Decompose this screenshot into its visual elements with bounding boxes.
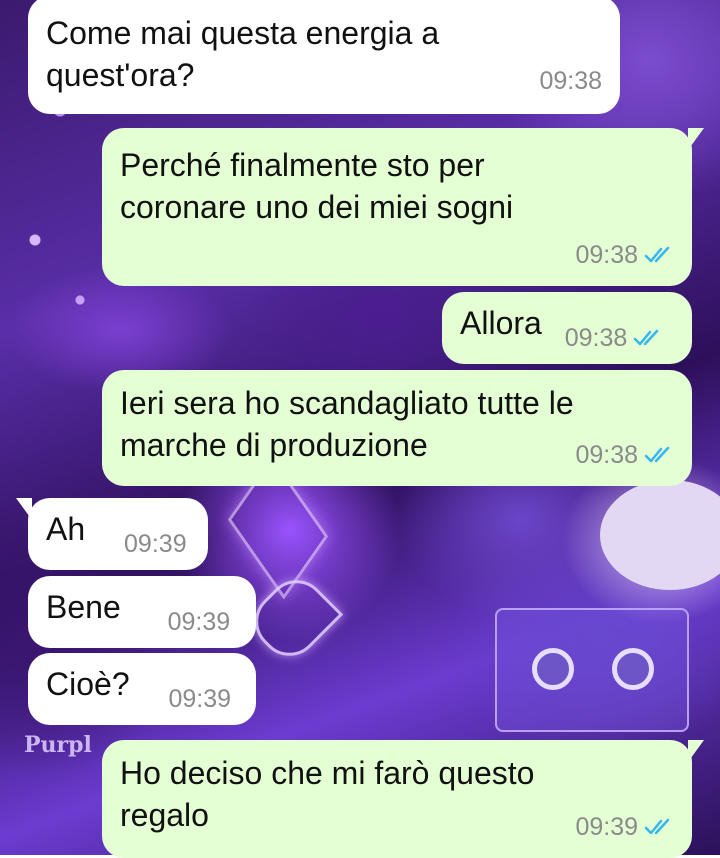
message-time: 09:39 — [167, 608, 231, 636]
message-meta: 09:39 — [575, 806, 674, 848]
message-text: Perché finalmente sto per coronare uno d… — [120, 147, 514, 225]
message-bubble-outgoing[interactable]: Ieri sera ho scandagliato tutte le march… — [102, 370, 692, 486]
message-bubble-outgoing[interactable]: Perché finalmente sto per coronare uno d… — [102, 128, 704, 286]
message-bubble-incoming[interactable]: Ah 09:39 — [16, 498, 208, 570]
message-list[interactable]: Come mai questa energia a quest'ora? 09:… — [0, 0, 720, 858]
double-check-read-icon — [634, 329, 659, 346]
message-time: 09:39 — [168, 685, 232, 713]
message-time: 09:38 — [564, 324, 628, 352]
message-text: Ah — [46, 511, 86, 547]
double-check-read-icon — [644, 446, 670, 463]
message-meta: 09:38 — [539, 60, 602, 102]
message-text: Come mai questa energia a quest'ora? — [46, 15, 440, 93]
message-text: Bene — [46, 589, 121, 625]
message-meta: 09:38 — [575, 434, 674, 476]
message-time: 09:38 — [575, 241, 638, 269]
message-meta: 09:38 — [565, 317, 664, 359]
message-bubble-outgoing[interactable]: Ho deciso che mi farò questo regalo 09:3… — [102, 740, 704, 858]
message-meta: 09:38 — [575, 234, 674, 276]
message-time: 09:38 — [539, 67, 602, 95]
double-check-read-icon — [644, 818, 670, 835]
message-bubble-incoming[interactable]: Come mai questa energia a quest'ora? 09:… — [28, 0, 620, 114]
message-meta: 09:39 — [124, 523, 187, 565]
message-time: 09:38 — [575, 441, 638, 469]
message-time: 09:39 — [124, 530, 187, 558]
message-time: 09:39 — [575, 813, 638, 841]
double-check-read-icon — [644, 246, 670, 263]
message-meta: 09:39 — [169, 678, 232, 720]
message-meta: 09:39 — [168, 601, 231, 643]
message-bubble-incoming[interactable]: Bene 09:39 — [28, 576, 256, 648]
message-bubble-incoming[interactable]: Cioè? 09:39 — [28, 653, 256, 725]
message-text: Allora — [460, 305, 542, 341]
message-text: Cioè? — [46, 666, 130, 702]
message-bubble-outgoing[interactable]: Allora 09:38 — [442, 292, 692, 364]
